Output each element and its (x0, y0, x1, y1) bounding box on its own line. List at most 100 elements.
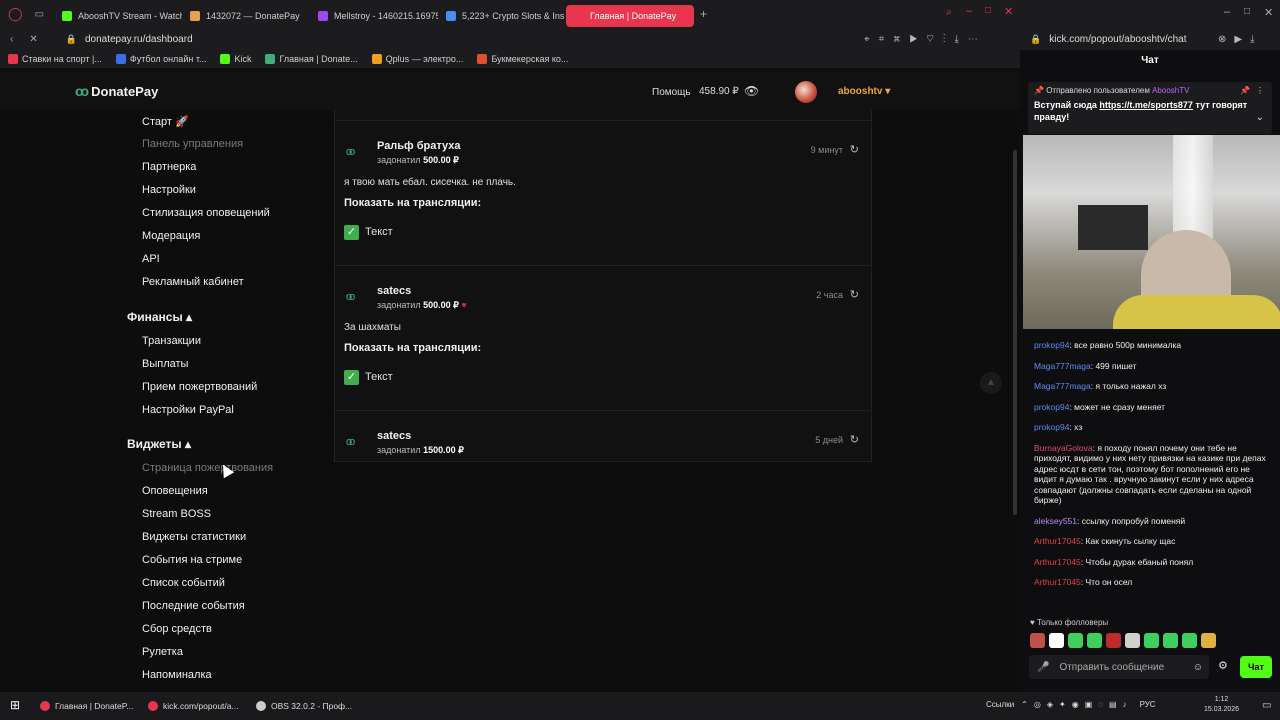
search-icon[interactable]: ⌕ (946, 7, 952, 18)
chat-username[interactable]: prokop94 (1034, 422, 1069, 432)
windows-start-icon[interactable]: ⊞ (10, 698, 20, 712)
tab-overview-icon[interactable]: ▭ (35, 9, 44, 20)
sidebar-item[interactable]: Прием пожертвований (142, 381, 257, 393)
url-field[interactable]: donatepay.ru/dashboard (85, 34, 193, 45)
reload-icon[interactable]: ✕ (29, 34, 37, 45)
finance-section-title[interactable]: Финансы ▴ (127, 310, 192, 324)
sidebar-item[interactable]: Настройки PayPal (142, 404, 234, 416)
text-checkbox[interactable]: ✓ (344, 370, 359, 385)
chat-username[interactable]: aleksey551 (1034, 516, 1077, 526)
emote-icon[interactable] (1068, 633, 1083, 648)
chat-username[interactable]: prokop94 (1034, 340, 1069, 350)
donatepay-logo[interactable]: oo DonatePay (75, 83, 158, 99)
chat-url-field[interactable]: kick.com/popout/abooshtv/chat (1049, 34, 1186, 45)
chat-username[interactable]: Arthur17045 (1034, 557, 1081, 567)
clock[interactable]: 1:12 15.03.2026 (1204, 695, 1239, 715)
sidebar-item[interactable]: Модерация (142, 230, 200, 242)
bookmark-item[interactable]: Kick (220, 54, 251, 64)
emote-bar[interactable] (1030, 633, 1216, 648)
pinned-message[interactable]: 📌 Отправлено пользователем AbooshTV 📌 ⋮ Вс… (1028, 82, 1272, 134)
bookmark-item[interactable]: Главная | Donate... (265, 54, 358, 64)
sidebar-item[interactable]: События на стриме (142, 554, 242, 566)
sidebar-item[interactable]: Оповещения (142, 485, 208, 497)
minimize-icon[interactable]: – (966, 5, 972, 17)
tray-icons[interactable]: ⌃◎◈✦◉▣◌▤♪ (1021, 700, 1132, 709)
bookmark-item[interactable]: Футбол онлайн т... (115, 54, 206, 64)
bookmark-item[interactable]: Qplus — электро... (371, 54, 463, 64)
opera-logo-icon[interactable]: ◯ (8, 6, 23, 22)
sidebar-item[interactable]: Партнерка (142, 161, 196, 173)
widgets-section-title[interactable]: Виджеты ▴ (127, 437, 191, 451)
refresh-icon[interactable]: ↻ (850, 433, 859, 446)
sidebar-item[interactable]: Рулетка (142, 646, 183, 658)
stream-video-preview[interactable] (1023, 135, 1280, 329)
tab-item[interactable]: Главная | DonatePay (566, 4, 695, 27)
help-link[interactable]: Помощь (652, 87, 691, 98)
user-menu[interactable]: abooshtv ▾ (838, 86, 890, 97)
sidebar-item[interactable]: Сбор средств (142, 623, 212, 635)
chat-username[interactable]: prokop94 (1034, 402, 1069, 412)
eye-icon[interactable]: 👁 (744, 84, 759, 98)
back-icon[interactable]: ‹ (10, 34, 13, 45)
emote-icon[interactable] (1125, 633, 1140, 648)
chat-username[interactable]: BurnayaGolova (1034, 443, 1093, 453)
bookmark-item[interactable]: Букмекерская ко... (477, 54, 568, 64)
pinned-by-name[interactable]: AbooshTV (1152, 86, 1189, 95)
tab-item[interactable]: 5,223+ Crypto Slots & Ins (438, 5, 566, 27)
emote-icon[interactable] (1163, 633, 1178, 648)
taskbar-app[interactable]: Главная | DonateP... (40, 697, 133, 715)
emote-icon[interactable] (1201, 633, 1216, 648)
chat-message-input[interactable]: 🎤 Отправить сообщение ☺ (1029, 655, 1209, 679)
emote-icon[interactable] (1182, 633, 1197, 648)
chat-send-button[interactable]: Чат (1240, 656, 1272, 678)
pin-icon[interactable]: 📌 (1240, 86, 1250, 95)
sidebar-item[interactable]: Stream BOSS (142, 508, 211, 520)
pinned-link[interactable]: https://t.me/sports877 (1099, 100, 1193, 110)
sidebar-item[interactable]: Стилизация оповещений (142, 207, 270, 219)
sidebar-item[interactable]: Выплаты (142, 358, 188, 370)
chat-toolbar-icons[interactable]: ⊗▶⤓ (1218, 34, 1263, 45)
emote-icon[interactable] (1087, 633, 1102, 648)
scrollbar[interactable] (1013, 150, 1017, 515)
sidebar-item[interactable]: Настройки (142, 184, 196, 196)
chevron-down-icon[interactable]: ⌄ (1256, 112, 1264, 123)
emote-icon[interactable] (1049, 633, 1064, 648)
notifications-icon[interactable]: ▭ (1262, 700, 1271, 711)
close-icon[interactable]: ✕ (1004, 5, 1013, 18)
avatar[interactable] (795, 81, 817, 103)
bookmark-item[interactable]: Ставки на спорт |... (8, 54, 102, 64)
text-checkbox[interactable]: ✓ (344, 225, 359, 240)
emoji-icon[interactable]: ☺ (1193, 662, 1203, 673)
toolbar-icons[interactable]: ⌖⌗⌘▶♡⋮⤓⋯ (864, 34, 987, 45)
sidebar-item[interactable]: Старт 🚀 (142, 115, 189, 128)
tray-language[interactable]: РУС (1140, 700, 1156, 709)
taskbar-app[interactable]: kick.com/popout/a... (148, 697, 239, 715)
sidebar-item[interactable]: Транзакции (142, 335, 201, 347)
refresh-icon[interactable]: ↻ (850, 288, 859, 301)
emote-icon[interactable] (1144, 633, 1159, 648)
tab-item[interactable]: Mellstroy - 1460215.16975 (310, 5, 438, 27)
sidebar-item[interactable]: Последние события (142, 600, 245, 612)
chat-maximize-icon[interactable]: □ (1244, 6, 1250, 17)
chat-username[interactable]: Arthur17045 (1034, 536, 1081, 546)
sidebar-item[interactable]: Напоминалка (142, 669, 212, 681)
tab-item[interactable]: AbooshTV Stream - Watch (54, 5, 182, 27)
new-tab-button[interactable]: + (700, 7, 707, 21)
sidebar-item[interactable]: Виджеты статистики (142, 531, 246, 543)
chat-close-icon[interactable]: ✕ (1264, 6, 1273, 19)
more-icon[interactable]: ⋮ (1256, 86, 1264, 95)
chat-minimize-icon[interactable]: – (1224, 6, 1230, 18)
sidebar-item[interactable]: Страница пожертвования (142, 462, 273, 474)
sidebar-item[interactable]: Панель управления (142, 138, 243, 150)
microphone-icon[interactable]: 🎤 (1037, 662, 1049, 673)
scroll-up-button[interactable]: ▲ (980, 372, 1002, 394)
maximize-icon[interactable]: □ (985, 5, 991, 16)
tab-item[interactable]: 1432072 — DonatePay (182, 5, 310, 27)
emote-icon[interactable] (1106, 633, 1121, 648)
gear-icon[interactable]: ⚙ (1218, 659, 1228, 672)
chat-username[interactable]: Maga777maga (1034, 381, 1091, 391)
sidebar-item[interactable]: Список событий (142, 577, 225, 589)
taskbar-app[interactable]: OBS 32.0.2 - Проф... (256, 697, 352, 715)
emote-icon[interactable] (1030, 633, 1045, 648)
sidebar-item[interactable]: Рекламный кабинет (142, 276, 244, 288)
